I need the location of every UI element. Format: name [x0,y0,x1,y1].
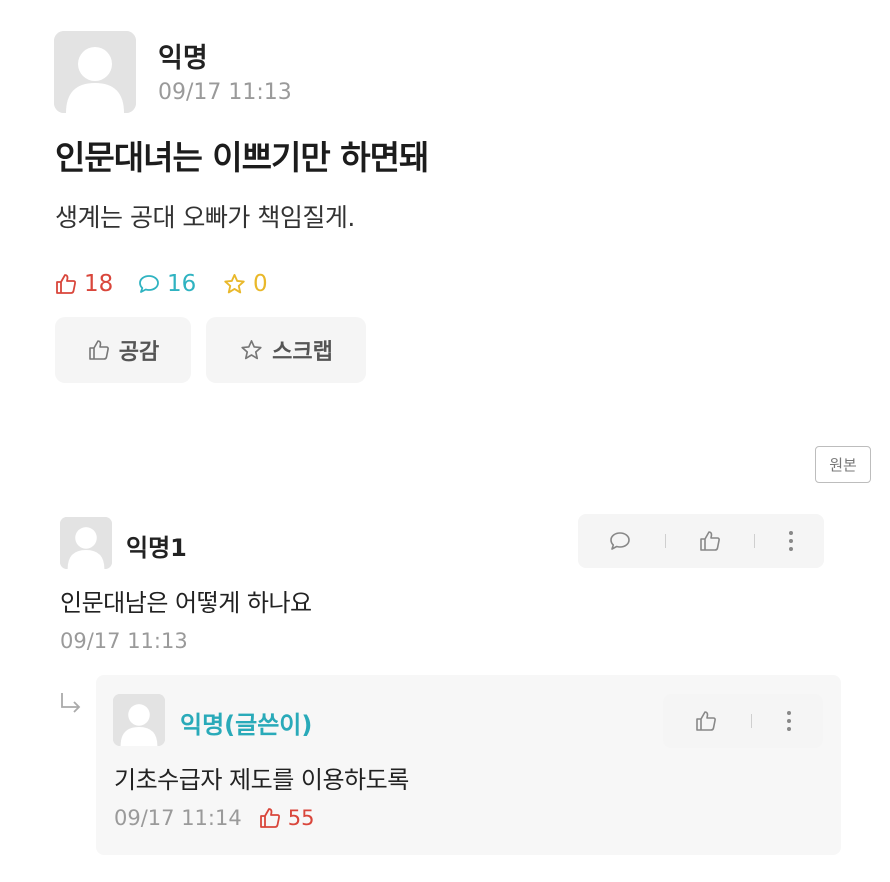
reply-arrow-icon [58,690,84,720]
reply-text: 기초수급자 제도를 이용하도록 [114,766,409,794]
star-icon [241,339,262,359]
star-icon [224,273,245,293]
post-comment-count-value: 16 [167,271,197,297]
reply-toolbar [663,694,823,748]
thumbs-up-icon [88,340,109,360]
toolbar-divider [751,714,753,728]
speech-bubble-icon [139,275,159,293]
reply-author-name[interactable]: 익명(글쓴이) [180,705,312,740]
post-timestamp: 09/17 11:13 [158,80,292,105]
user-avatar-icon [113,694,165,746]
reply-meta: 09/17 11:14 55 [114,806,314,830]
comment-text: 인문대남은 어떻게 하나요 [60,589,312,617]
like-button[interactable]: 공감 [55,317,191,383]
user-avatar-icon [60,517,112,569]
comment-more-button[interactable] [788,530,794,552]
thumbs-up-icon [696,711,716,731]
like-button-label: 공감 [118,340,160,365]
more-vertical-icon [787,711,792,731]
post-comment-count: 16 [137,271,196,297]
thumbs-up-icon [700,531,720,551]
toolbar-divider [664,534,666,548]
post-title: 인문대녀는 이쁘기만 하면돼 [55,138,429,177]
thumbs-up-icon [259,808,280,828]
comment-author-avatar [60,517,112,569]
reply-like-button[interactable] [694,709,718,733]
post-author-name[interactable]: 익명 [158,36,208,75]
reply-author-avatar [113,694,165,746]
comment-timestamp: 09/17 11:13 [60,629,188,653]
scrap-button-label: 스크랩 [272,340,333,365]
more-vertical-icon [788,531,793,551]
thumbs-up-icon [56,274,76,294]
toolbar-divider [754,534,756,548]
comment-toolbar [578,514,824,568]
reply-more-button[interactable] [786,710,792,732]
comment-reply-button[interactable] [608,529,632,553]
post-author-avatar [54,31,136,113]
post-scrap-count-value: 0 [253,271,268,297]
reply-like-count: 55 [287,806,315,830]
post-like-count: 18 [54,271,113,297]
speech-bubble-icon [610,532,630,550]
view-original-button[interactable]: 원본 [815,446,871,483]
post-scrap-count: 0 [222,271,268,297]
post-body: 생계는 공대 오빠가 책임질게. [55,203,355,232]
user-avatar-icon [54,31,136,113]
scrap-button[interactable]: 스크랩 [206,317,366,383]
reply-timestamp: 09/17 11:14 [114,806,242,830]
comment-author-name[interactable]: 익명1 [126,528,187,563]
comment-like-button[interactable] [698,529,722,553]
post-like-count-value: 18 [84,271,114,297]
